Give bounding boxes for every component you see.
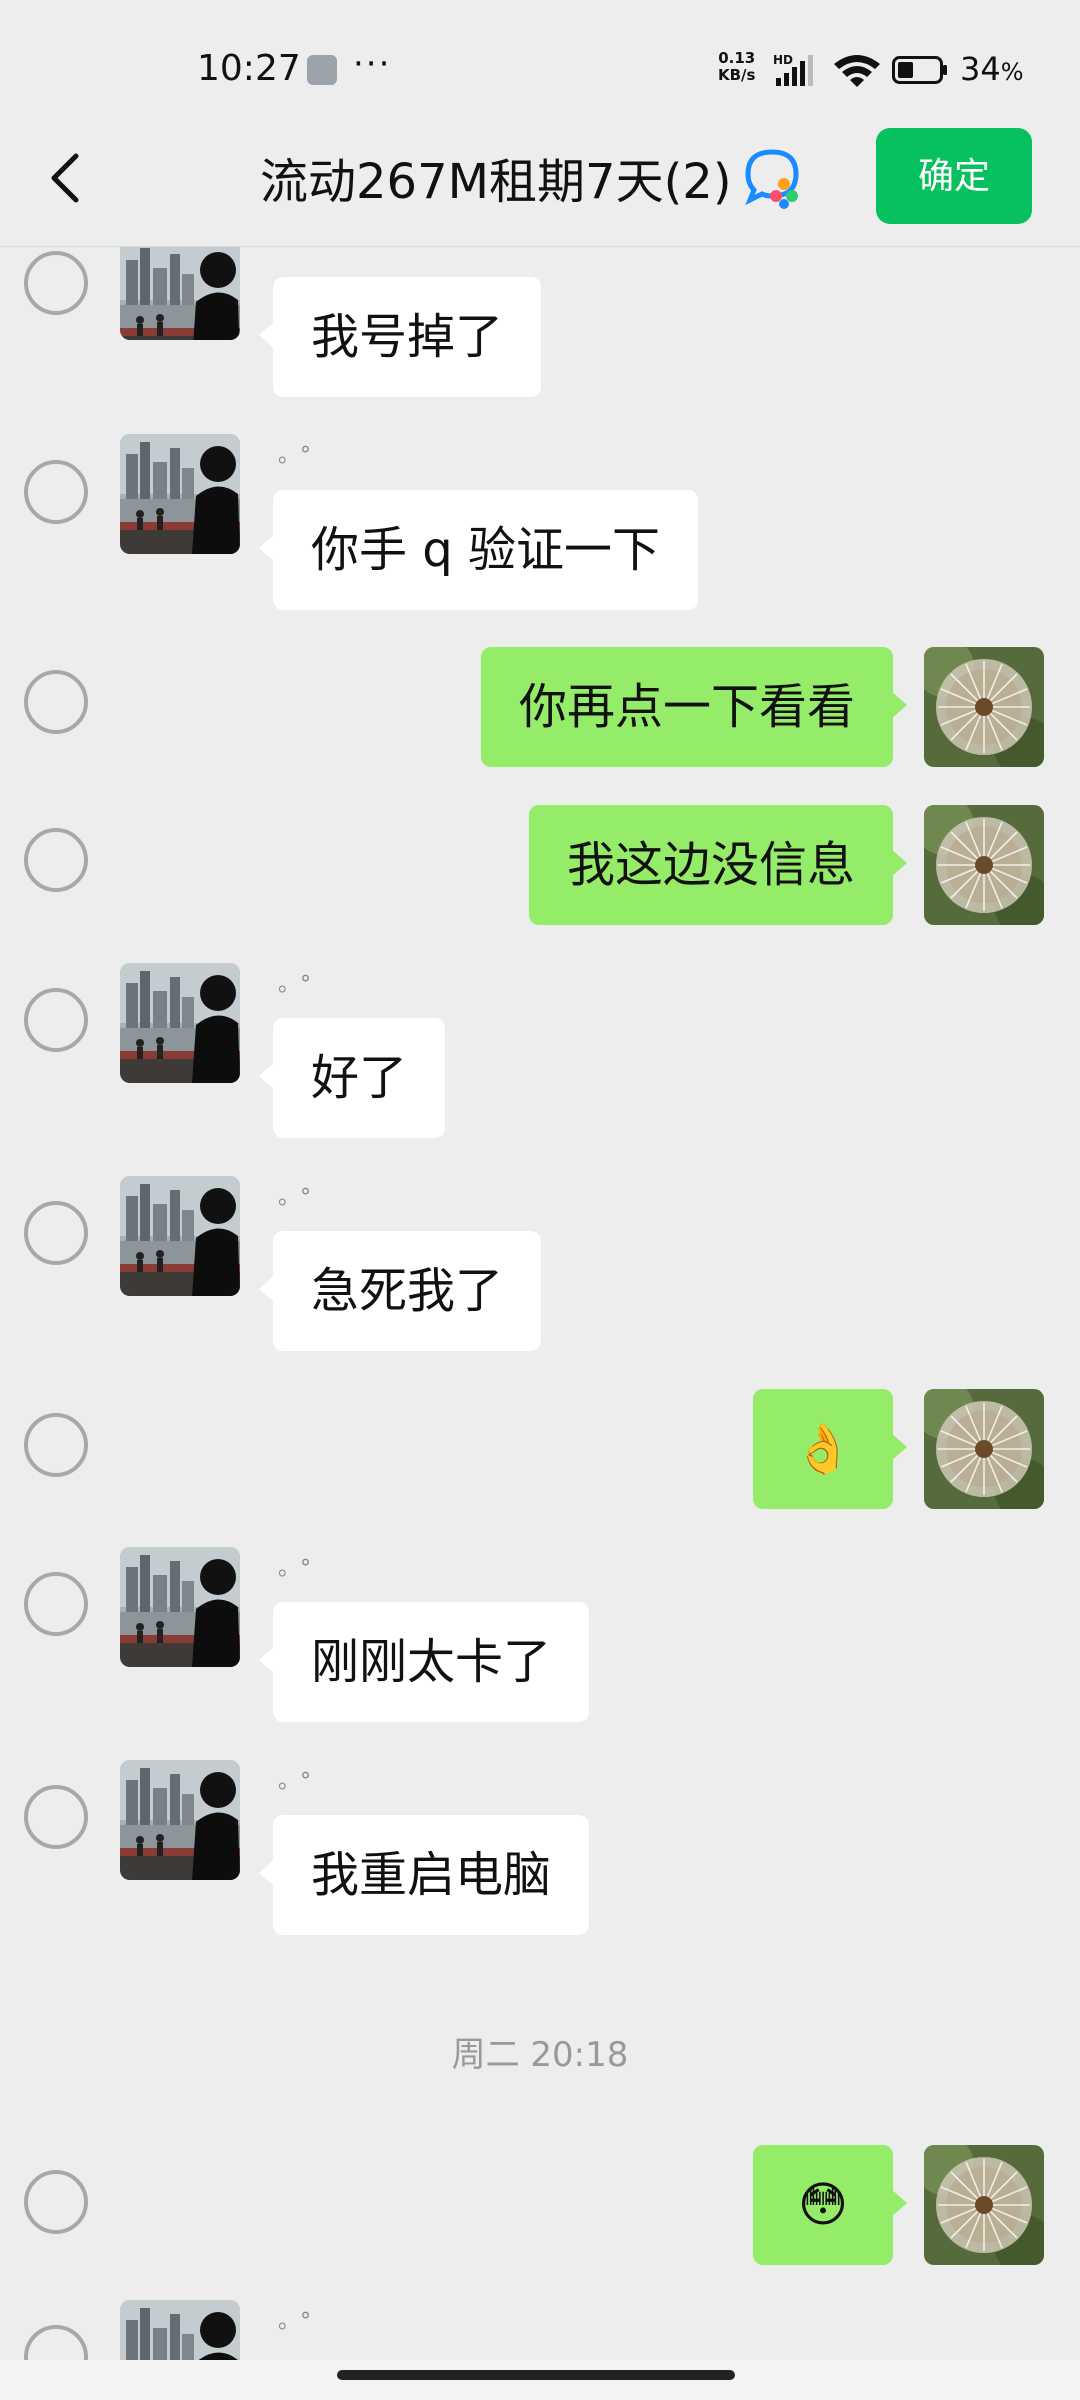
network-speed-value: 0.13 (718, 49, 756, 67)
percent-sign: % (1000, 58, 1024, 86)
navigation-bar (0, 2360, 1080, 2400)
wifi-icon (834, 55, 880, 87)
select-radio[interactable] (24, 828, 88, 892)
status-time: 10:27 (197, 48, 301, 89)
message-list[interactable]: 我号掉了 。° 你手 q 验证一下 你再点一下看看 我这边没信息 。° 好了 。… (0, 247, 1080, 2360)
message-timestamp: 周二 20:18 (451, 2035, 629, 2075)
notification-thumbnail-icon (307, 55, 337, 85)
message-bubble[interactable]: 刚刚太卡了 (258, 1602, 590, 1722)
message-bubble[interactable]: 我号掉了 (258, 277, 542, 397)
sender-nickname: 。° (278, 443, 312, 468)
avatar[interactable] (924, 647, 1044, 767)
sender-nickname: 。° (278, 972, 312, 997)
message-bubble[interactable]: 我这边没信息 (528, 805, 908, 925)
sender-nickname: 。° (278, 1185, 312, 1210)
message-bubble[interactable]: 你再点一下看看 (480, 647, 908, 767)
network-speed: 0.13 KB/s (718, 50, 755, 84)
select-radio[interactable] (24, 2325, 88, 2360)
avatar[interactable] (120, 1547, 240, 1667)
select-radio[interactable] (24, 251, 88, 315)
network-speed-unit: KB/s (718, 66, 756, 84)
cellular-signal-icon: HD (773, 53, 813, 86)
avatar[interactable] (924, 1389, 1044, 1509)
avatar[interactable] (924, 2145, 1044, 2265)
sender-nickname: 。° (278, 2309, 312, 2334)
select-radio[interactable] (24, 1785, 88, 1849)
chevron-left-icon[interactable] (38, 148, 98, 208)
more-notifications-icon: ··· (353, 44, 392, 84)
message-bubble[interactable]: 你手 q 验证一下 (259, 490, 698, 610)
avatar[interactable] (120, 1760, 240, 1880)
hd-label: HD (773, 53, 793, 67)
message-bubble[interactable]: 我重启电脑 (258, 1815, 590, 1935)
chat-header: 流动267M租期7天(2) 确定 (0, 120, 1080, 247)
select-radio[interactable] (24, 670, 88, 734)
message-bubble[interactable]: 急死我了 (258, 1231, 542, 1351)
select-radio[interactable] (24, 1413, 88, 1477)
battery-percent: 34% (960, 50, 1024, 88)
select-radio[interactable] (24, 1572, 88, 1636)
confirm-button[interactable]: 确定 (876, 128, 1032, 224)
select-radio[interactable] (24, 1201, 88, 1265)
avatar[interactable] (120, 1176, 240, 1296)
select-radio[interactable] (24, 988, 88, 1052)
avatar[interactable] (120, 963, 240, 1083)
select-radio[interactable] (24, 460, 88, 524)
avatar[interactable] (924, 805, 1044, 925)
battery-icon (892, 56, 947, 84)
home-indicator[interactable] (337, 2370, 735, 2380)
avatar[interactable] (120, 247, 240, 340)
status-bar: 10:27 ··· 0.13 KB/s HD 34% (0, 0, 1080, 140)
battery-percent-value: 34 (960, 50, 1001, 88)
sender-nickname: 。° (278, 1769, 312, 1794)
emoji-bubble[interactable]: 👌 (753, 1389, 907, 1509)
group-chat-icon (745, 149, 799, 209)
avatar[interactable] (120, 434, 240, 554)
avatar[interactable] (120, 2300, 240, 2360)
chat-title: 流动267M租期7天(2) (260, 154, 732, 210)
emoji-bubble[interactable]: 😳 (753, 2145, 907, 2265)
select-radio[interactable] (24, 2170, 88, 2234)
sender-nickname: 。° (278, 1556, 312, 1581)
message-bubble[interactable]: 好了 (258, 1018, 446, 1138)
